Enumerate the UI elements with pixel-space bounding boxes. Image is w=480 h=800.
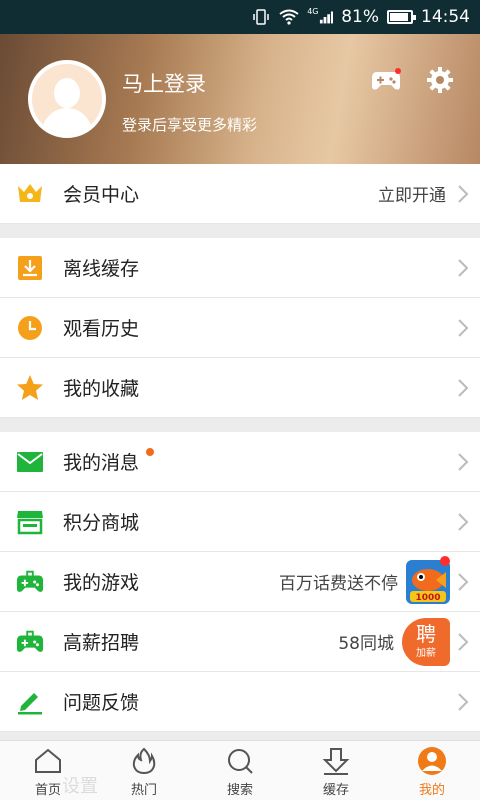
game-promo-image[interactable]: 1000 <box>406 560 450 604</box>
chevron-right-icon <box>458 259 469 277</box>
tab-mine[interactable]: 我的 <box>384 741 480 800</box>
menu-item-history[interactable]: 观看历史 <box>0 298 480 358</box>
tab-label: 热门 <box>130 783 157 798</box>
menu-item-label: 会员中心 <box>63 184 140 206</box>
unread-dot <box>146 448 154 456</box>
star-icon <box>16 374 44 402</box>
flame-icon <box>129 747 159 775</box>
login-title[interactable]: 马上登录 <box>122 68 206 98</box>
avatar[interactable] <box>28 60 106 138</box>
mail-icon <box>16 448 44 476</box>
login-subtitle: 登录后享受更多精彩 <box>122 116 258 134</box>
home-icon <box>33 747 63 775</box>
menu-item-vip[interactable]: 会员中心 立即开通 <box>0 164 480 224</box>
chevron-right-icon <box>458 319 469 337</box>
chevron-right-icon <box>458 573 469 591</box>
gear-icon <box>427 67 453 93</box>
download-box-icon <box>16 254 44 282</box>
ghost-overlay-text: 设置 <box>62 776 98 797</box>
vip-crown-icon <box>16 180 44 208</box>
game-center-button[interactable] <box>368 62 404 98</box>
recruit-source-text: 58同城 <box>338 634 394 654</box>
recruit-badge-small: 加薪 <box>416 648 436 659</box>
status-bar: 4G 81% 14:54 <box>0 0 480 34</box>
menu-item-label: 观看历史 <box>63 318 140 340</box>
menu-item-messages[interactable]: 我的消息 <box>0 432 480 492</box>
menu-item-feedback[interactable]: 问题反馈 <box>0 672 480 732</box>
battery-percent: 81% <box>341 7 379 27</box>
tab-hot[interactable]: 热门 <box>96 741 192 800</box>
tab-cache[interactable]: 缓存 <box>288 741 384 800</box>
recruit-badge[interactable]: 聘 加薪 <box>402 618 450 666</box>
chevron-right-icon <box>458 513 469 531</box>
signal-icon: 4G <box>307 6 334 26</box>
tab-label: 我的 <box>418 783 445 798</box>
game-badge-text: 1000 <box>415 593 440 603</box>
pencil-icon <box>16 688 44 716</box>
menu-item-offline-cache[interactable]: 离线缓存 <box>0 238 480 298</box>
chevron-right-icon <box>458 633 469 651</box>
menu-item-points-mall[interactable]: 积分商城 <box>0 492 480 552</box>
vibrate-icon <box>251 8 271 26</box>
menu-item-label: 积分商城 <box>63 512 140 534</box>
settings-button[interactable] <box>422 62 458 98</box>
profile-header: 马上登录 登录后享受更多精彩 <box>0 34 480 164</box>
tab-search[interactable]: 搜索 <box>192 741 288 800</box>
menu-item-label: 我的收藏 <box>63 378 140 400</box>
gamepad-icon <box>372 68 401 90</box>
clock-time: 14:54 <box>421 7 470 27</box>
chevron-right-icon <box>458 693 469 711</box>
menu-item-label: 我的游戏 <box>63 572 140 594</box>
new-badge-dot <box>440 556 450 566</box>
gamepad-icon <box>16 568 44 596</box>
chevron-right-icon <box>458 453 469 471</box>
store-icon <box>16 508 44 536</box>
game-promo-text: 百万话费送不停 <box>279 574 398 594</box>
gamepad-icon <box>16 628 44 656</box>
chevron-right-icon <box>458 379 469 397</box>
battery-icon <box>387 10 416 24</box>
menu-item-label: 高薪招聘 <box>63 632 140 654</box>
chevron-right-icon <box>458 185 469 203</box>
menu-item-recruit[interactable]: 高薪招聘 58同城 聘 加薪 <box>0 612 480 672</box>
menu-item-my-games[interactable]: 我的游戏 百万话费送不停 1000 <box>0 552 480 612</box>
tab-label: 首页 <box>34 783 61 798</box>
vip-open-link[interactable]: 立即开通 <box>378 181 446 206</box>
menu-item-label: 我的消息 <box>63 452 140 474</box>
clock-icon <box>16 314 44 342</box>
recruit-badge-big: 聘 <box>416 622 436 646</box>
tab-label: 搜索 <box>226 783 253 798</box>
menu-item-label: 问题反馈 <box>63 692 140 714</box>
search-icon <box>225 747 255 775</box>
tab-label: 缓存 <box>322 783 349 798</box>
user-icon <box>417 747 447 775</box>
menu-item-favorites[interactable]: 我的收藏 <box>0 358 480 418</box>
network-type: 4G <box>307 6 319 16</box>
wifi-icon <box>279 8 299 26</box>
download-icon <box>321 747 351 775</box>
menu-list: 会员中心 立即开通 离线缓存 观看历史 我的收藏 我的消息 积分商城 我的游戏 … <box>0 164 480 732</box>
menu-item-label: 离线缓存 <box>63 258 140 280</box>
